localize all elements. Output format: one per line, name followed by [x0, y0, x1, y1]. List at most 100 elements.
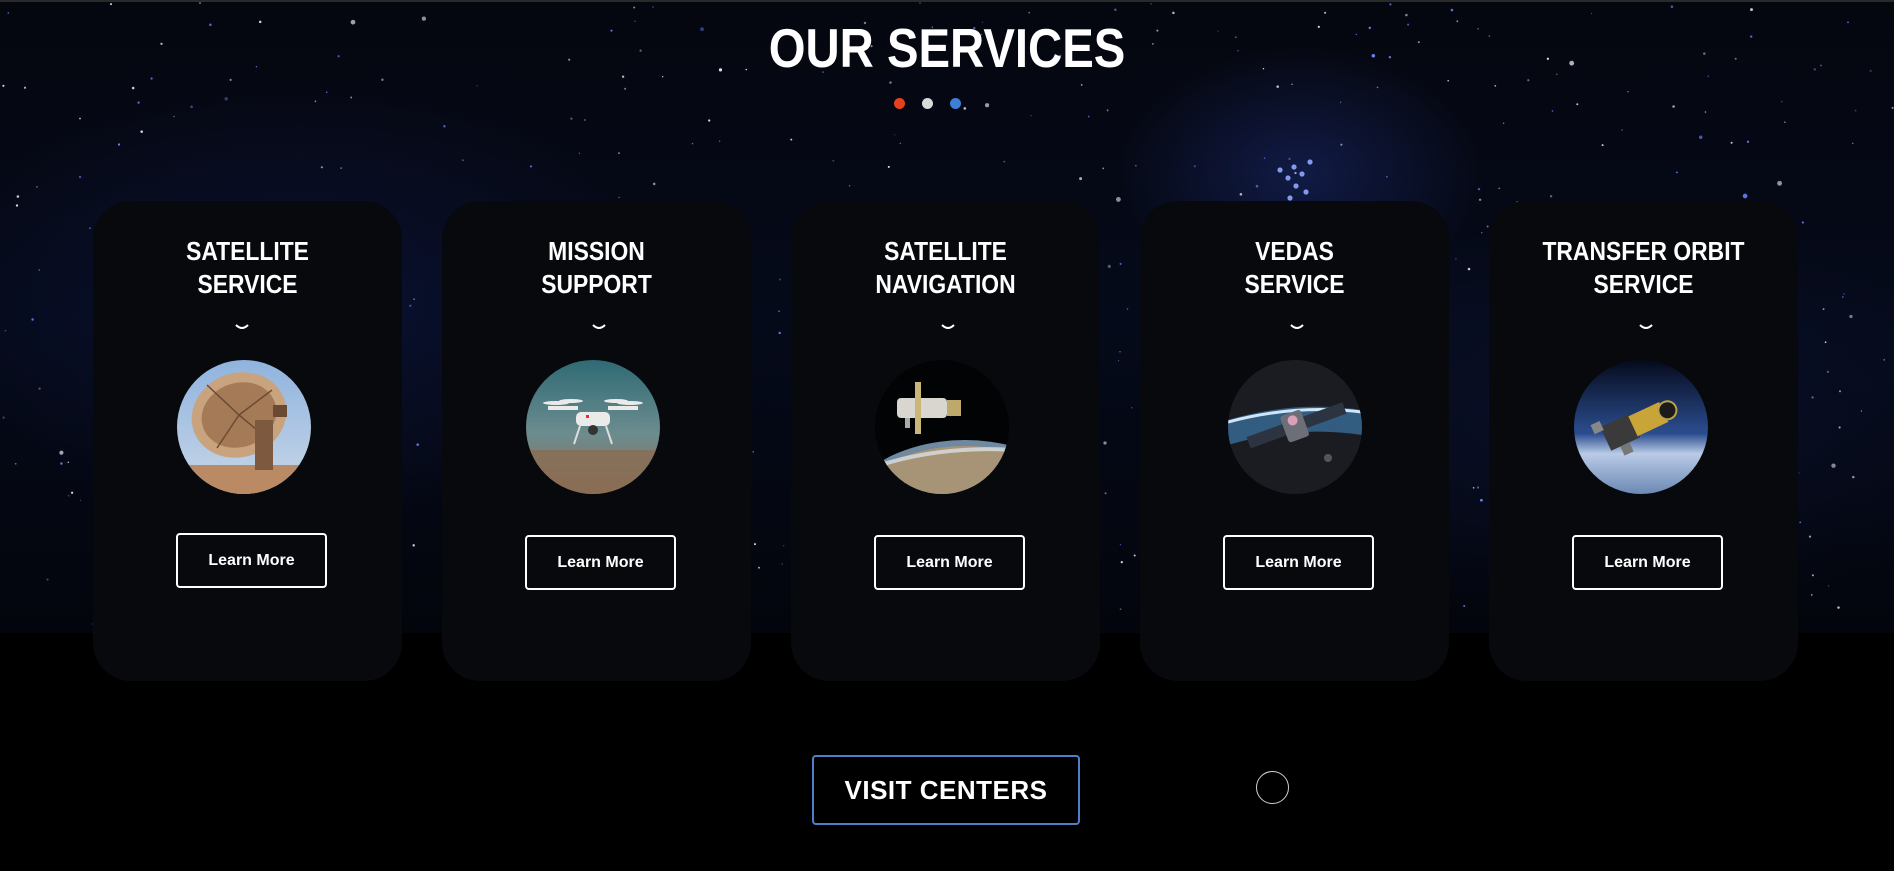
star	[1255, 184, 1259, 188]
star	[60, 462, 63, 465]
learn-more-button[interactable]: Learn More	[525, 535, 676, 590]
star	[1106, 109, 1109, 112]
star	[1780, 100, 1783, 103]
star	[173, 115, 175, 118]
star	[1340, 143, 1343, 146]
star	[848, 185, 851, 187]
card-title: SATELLITE SERVICE	[186, 236, 309, 299]
star	[1810, 594, 1813, 596]
star	[1826, 370, 1830, 374]
star	[89, 227, 91, 229]
star	[1486, 225, 1489, 228]
star	[1494, 85, 1497, 87]
star	[350, 96, 353, 99]
star	[70, 491, 74, 494]
star	[1481, 232, 1483, 234]
star	[46, 578, 49, 581]
star	[1467, 267, 1471, 271]
star	[618, 196, 620, 199]
star	[1119, 351, 1121, 353]
chevron-down-icon	[87, 319, 396, 333]
star	[1114, 8, 1117, 12]
star-cluster-point	[1299, 171, 1305, 177]
space-telescope-over-earth-image	[875, 360, 1009, 494]
star	[1798, 472, 1800, 474]
star	[1030, 114, 1032, 117]
service-card-satellite-service: SATELLITE SERVICE Learn More	[93, 201, 402, 681]
star	[1119, 262, 1122, 265]
star	[1130, 406, 1133, 409]
star	[1860, 410, 1863, 412]
star	[1852, 142, 1854, 145]
learn-more-button[interactable]: Learn More	[874, 535, 1025, 590]
star	[131, 86, 135, 90]
learn-more-button[interactable]: Learn More	[1572, 535, 1723, 590]
star	[1837, 606, 1840, 609]
star	[79, 117, 81, 120]
star	[198, 2, 202, 5]
star	[1104, 492, 1107, 495]
star	[778, 278, 781, 281]
section-title: OUR SERVICES	[768, 17, 1126, 79]
star	[1150, 3, 1152, 5]
star	[1883, 359, 1885, 361]
star	[1288, 157, 1291, 161]
star	[1698, 135, 1703, 139]
service-card-satellite-navigation: SATELLITE NAVIGATION Learn More	[791, 201, 1100, 681]
star	[718, 140, 721, 142]
service-card-transfer-orbit-service: TRANSFER ORBIT SERVICE Learn More	[1489, 201, 1798, 681]
star	[754, 543, 756, 546]
star	[1838, 426, 1841, 429]
star	[59, 450, 64, 455]
star	[1811, 396, 1814, 399]
star	[190, 105, 193, 109]
star	[31, 318, 34, 321]
star	[320, 166, 323, 169]
star-cluster-point	[1307, 159, 1313, 165]
star	[618, 152, 620, 154]
star	[887, 165, 890, 168]
learn-more-button[interactable]: Learn More	[176, 533, 327, 588]
radio-telescope-dish-image	[177, 360, 311, 494]
spacecraft-in-orbit-image	[1574, 360, 1708, 494]
star	[1799, 521, 1802, 524]
star-cluster-point	[1293, 183, 1299, 189]
star	[529, 165, 533, 168]
star	[79, 499, 82, 501]
star	[462, 159, 464, 161]
visit-centers-button[interactable]: VISIT CENTERS	[812, 755, 1080, 825]
star	[1447, 79, 1450, 82]
star	[224, 97, 228, 101]
star	[1339, 101, 1342, 103]
star	[1746, 140, 1750, 143]
star	[2, 416, 5, 419]
star	[1854, 109, 1857, 112]
star	[1676, 171, 1678, 174]
star	[326, 91, 328, 94]
star	[1117, 360, 1120, 362]
star	[578, 152, 581, 154]
star	[1827, 585, 1830, 587]
learn-more-button[interactable]: Learn More	[1223, 535, 1374, 590]
star	[1838, 390, 1842, 393]
star	[1102, 167, 1105, 170]
star	[1590, 12, 1593, 15]
indicator-dot-white	[922, 98, 933, 109]
star	[633, 6, 636, 9]
star	[78, 175, 82, 179]
circle-button[interactable]	[1256, 771, 1289, 804]
star	[1808, 535, 1812, 538]
chevron-down-icon	[793, 319, 1102, 333]
star	[1478, 198, 1482, 202]
star	[1849, 314, 1853, 319]
star	[652, 6, 654, 8]
star	[1551, 110, 1554, 112]
star	[1843, 293, 1845, 295]
star	[15, 204, 19, 207]
star	[1822, 308, 1825, 310]
star	[624, 87, 627, 90]
star	[1294, 171, 1297, 175]
star	[1133, 554, 1136, 557]
chevron-down-icon	[444, 319, 753, 333]
star	[691, 142, 694, 145]
